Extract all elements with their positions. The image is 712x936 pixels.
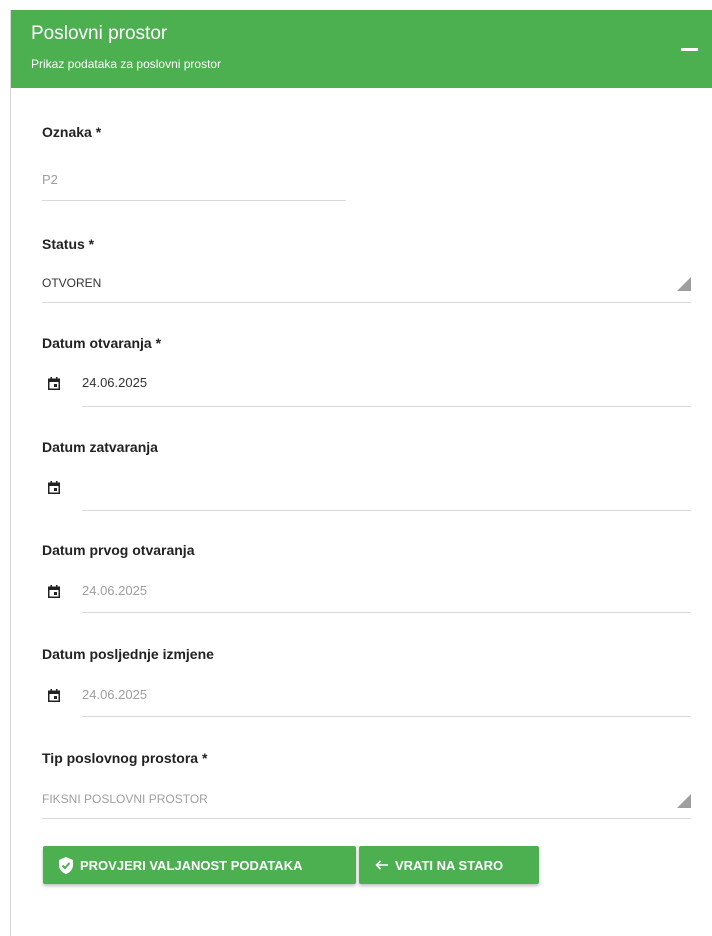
datum-posljednje-izmjene-input[interactable]: 24.06.2025 bbox=[82, 680, 691, 716]
datum-zatvaranja-input[interactable] bbox=[82, 474, 691, 510]
poslovni-prostor-card: Poslovni prostor Prikaz podataka za posl… bbox=[10, 10, 712, 936]
oznaka-underline bbox=[42, 200, 346, 201]
datum-zatvaranja-label: Datum zatvaranja bbox=[42, 439, 158, 455]
tip-poslovnog-prostora-label: Tip poslovnog prostora * bbox=[42, 750, 208, 766]
datum-posljednje-izmjene-value: 24.06.2025 bbox=[82, 687, 148, 702]
oznaka-field[interactable]: P2 bbox=[42, 160, 346, 200]
revert-button-label: VRATI NA STARO bbox=[395, 857, 504, 873]
datum-prvog-otvaranja-input[interactable]: 24.06.2025 bbox=[82, 576, 691, 612]
calendar-icon[interactable] bbox=[48, 377, 60, 390]
oznaka-value: P2 bbox=[42, 172, 58, 187]
validate-button-label: PROVJERI VALJANOST PODATAKA bbox=[80, 857, 303, 873]
datum-otvaranja-value: 24.06.2025 bbox=[82, 375, 148, 390]
calendar-icon[interactable] bbox=[48, 481, 60, 494]
card-subtitle: Prikaz podataka za poslovni prostor bbox=[31, 57, 222, 71]
revert-button[interactable]: VRATI NA STARO bbox=[359, 846, 539, 884]
validate-button[interactable]: PROVJERI VALJANOST PODATAKA bbox=[43, 846, 356, 884]
card-header: Poslovni prostor Prikaz podataka za posl… bbox=[11, 10, 712, 88]
arrow-left-icon bbox=[375, 860, 388, 870]
tip-poslovnog-prostora-select[interactable]: FIKSNI POSLOVNI PROSTOR bbox=[42, 782, 691, 818]
datum-posljednje-izmjene-underline bbox=[82, 716, 691, 717]
calendar-icon[interactable] bbox=[48, 689, 60, 702]
oznaka-label: Oznaka * bbox=[42, 124, 102, 140]
datum-otvaranja-underline bbox=[82, 406, 691, 407]
datum-prvog-otvaranja-label: Datum prvog otvaranja bbox=[42, 542, 195, 558]
shield-check-icon bbox=[59, 856, 73, 874]
dropdown-triangle-icon bbox=[677, 277, 691, 291]
dropdown-triangle-icon bbox=[677, 794, 691, 808]
card-title: Poslovni prostor bbox=[31, 23, 168, 44]
datum-posljednje-izmjene-label: Datum posljednje izmjene bbox=[42, 646, 214, 662]
status-select[interactable]: OTVOREN bbox=[42, 266, 691, 302]
datum-prvog-otvaranja-value: 24.06.2025 bbox=[82, 583, 148, 598]
status-label: Status * bbox=[42, 236, 95, 252]
calendar-icon[interactable] bbox=[48, 585, 60, 598]
status-value: OTVOREN bbox=[42, 276, 102, 290]
status-underline bbox=[42, 302, 691, 303]
tip-poslovnog-prostora-underline bbox=[42, 818, 691, 819]
datum-prvog-otvaranja-underline bbox=[82, 612, 691, 613]
minus-icon bbox=[681, 48, 698, 51]
tip-poslovnog-prostora-value: FIKSNI POSLOVNI PROSTOR bbox=[42, 792, 208, 806]
datum-otvaranja-label: Datum otvaranja * bbox=[42, 335, 162, 351]
collapse-button[interactable] bbox=[679, 38, 705, 60]
datum-zatvaranja-underline bbox=[82, 510, 691, 511]
datum-otvaranja-input[interactable]: 24.06.2025 bbox=[82, 370, 691, 406]
